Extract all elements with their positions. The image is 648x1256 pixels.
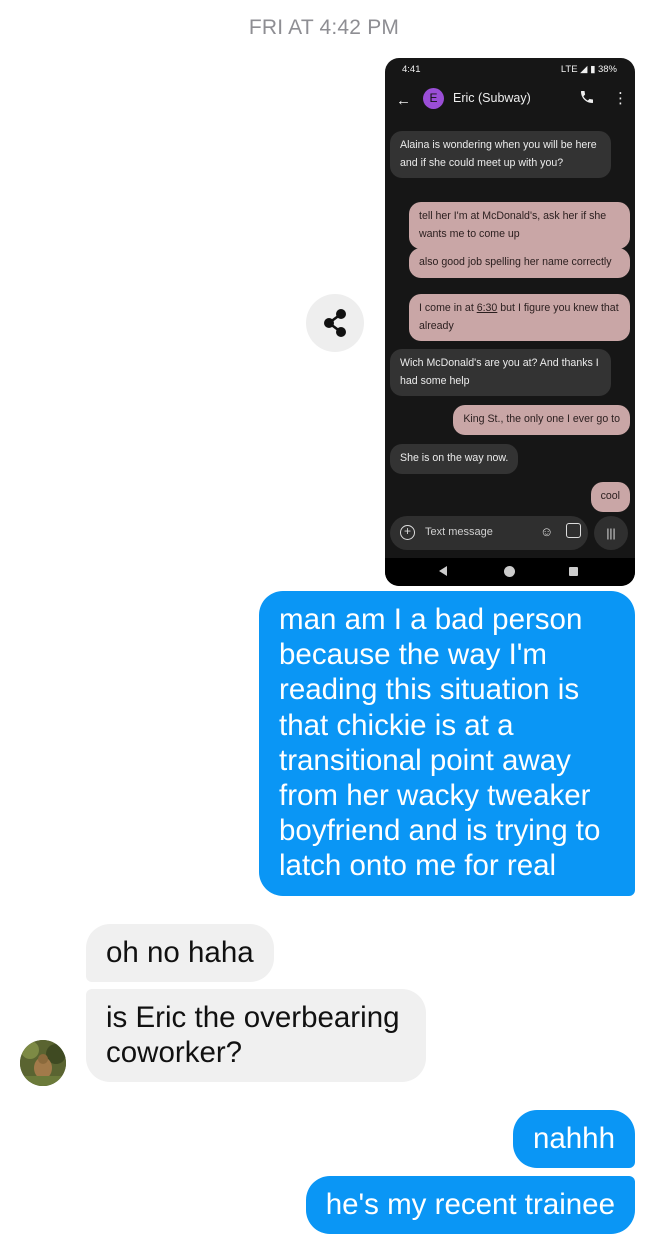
sms-message-outgoing: also good job spelling her name correctl… — [409, 248, 630, 278]
incoming-message[interactable]: is Eric the overbearing coworker? — [86, 989, 426, 1083]
shared-screenshot[interactable]: 4:41 LTE ◢ ▮ 38% ← E Eric (Subway) ⋮ Ala… — [385, 58, 635, 586]
sms-message-outgoing: tell her I'm at McDonald's, ask her if s… — [409, 202, 630, 249]
nav-back-icon — [439, 566, 447, 576]
status-bar: 4:41 LTE ◢ ▮ 38% — [402, 64, 617, 78]
share-button[interactable] — [306, 294, 364, 352]
nav-home-icon — [504, 566, 515, 577]
phone-icon — [579, 89, 595, 110]
sms-message-incoming: Wich McDonald's are you at? And thanks I… — [390, 349, 611, 396]
android-nav-bar — [385, 558, 635, 586]
sms-compose-field: + Text message ☺ — [390, 516, 588, 550]
sms-message-outgoing: cool — [590, 482, 630, 512]
outgoing-message[interactable]: nahhh — [512, 1110, 635, 1169]
status-indicators: LTE ◢ ▮ 38% — [560, 64, 617, 75]
compose-placeholder: Text message — [425, 526, 493, 538]
gallery-icon — [566, 523, 581, 538]
voice-icon: ||| — [594, 516, 628, 550]
avatar-photo — [20, 1040, 66, 1086]
sms-contact-name: Eric (Subway) — [453, 91, 531, 105]
nav-recents-icon — [569, 567, 578, 576]
more-vertical-icon: ⋮ — [613, 90, 628, 107]
sms-time-link: 6:30 — [476, 302, 498, 314]
emoji-icon: ☺ — [540, 524, 554, 539]
sms-message-incoming: Alaina is wondering when you will be her… — [390, 131, 611, 178]
outgoing-message[interactable]: man am I a bad person because the way I'… — [259, 591, 635, 896]
status-time: 4:41 — [402, 64, 421, 75]
incoming-message[interactable]: oh no haha — [86, 924, 274, 983]
arrow-left-icon: ← — [396, 92, 411, 109]
sms-message-outgoing: I come in at 6:30 but I figure you knew … — [409, 294, 630, 341]
add-circle-icon: + — [400, 525, 415, 540]
contact-avatar-letter: E — [423, 88, 444, 109]
outgoing-message[interactable]: he's my recent trainee — [305, 1176, 635, 1235]
sms-text: I come in at — [419, 302, 477, 314]
conversation-timestamp: FRI AT 4:42 PM — [248, 16, 400, 39]
sms-header: ← E Eric (Subway) ⋮ — [385, 86, 635, 122]
sms-message-outgoing: King St., the only one I ever go to — [453, 405, 630, 435]
avatar[interactable] — [20, 1040, 66, 1086]
sms-message-incoming: She is on the way now. — [390, 444, 519, 474]
share-icon — [324, 309, 346, 337]
